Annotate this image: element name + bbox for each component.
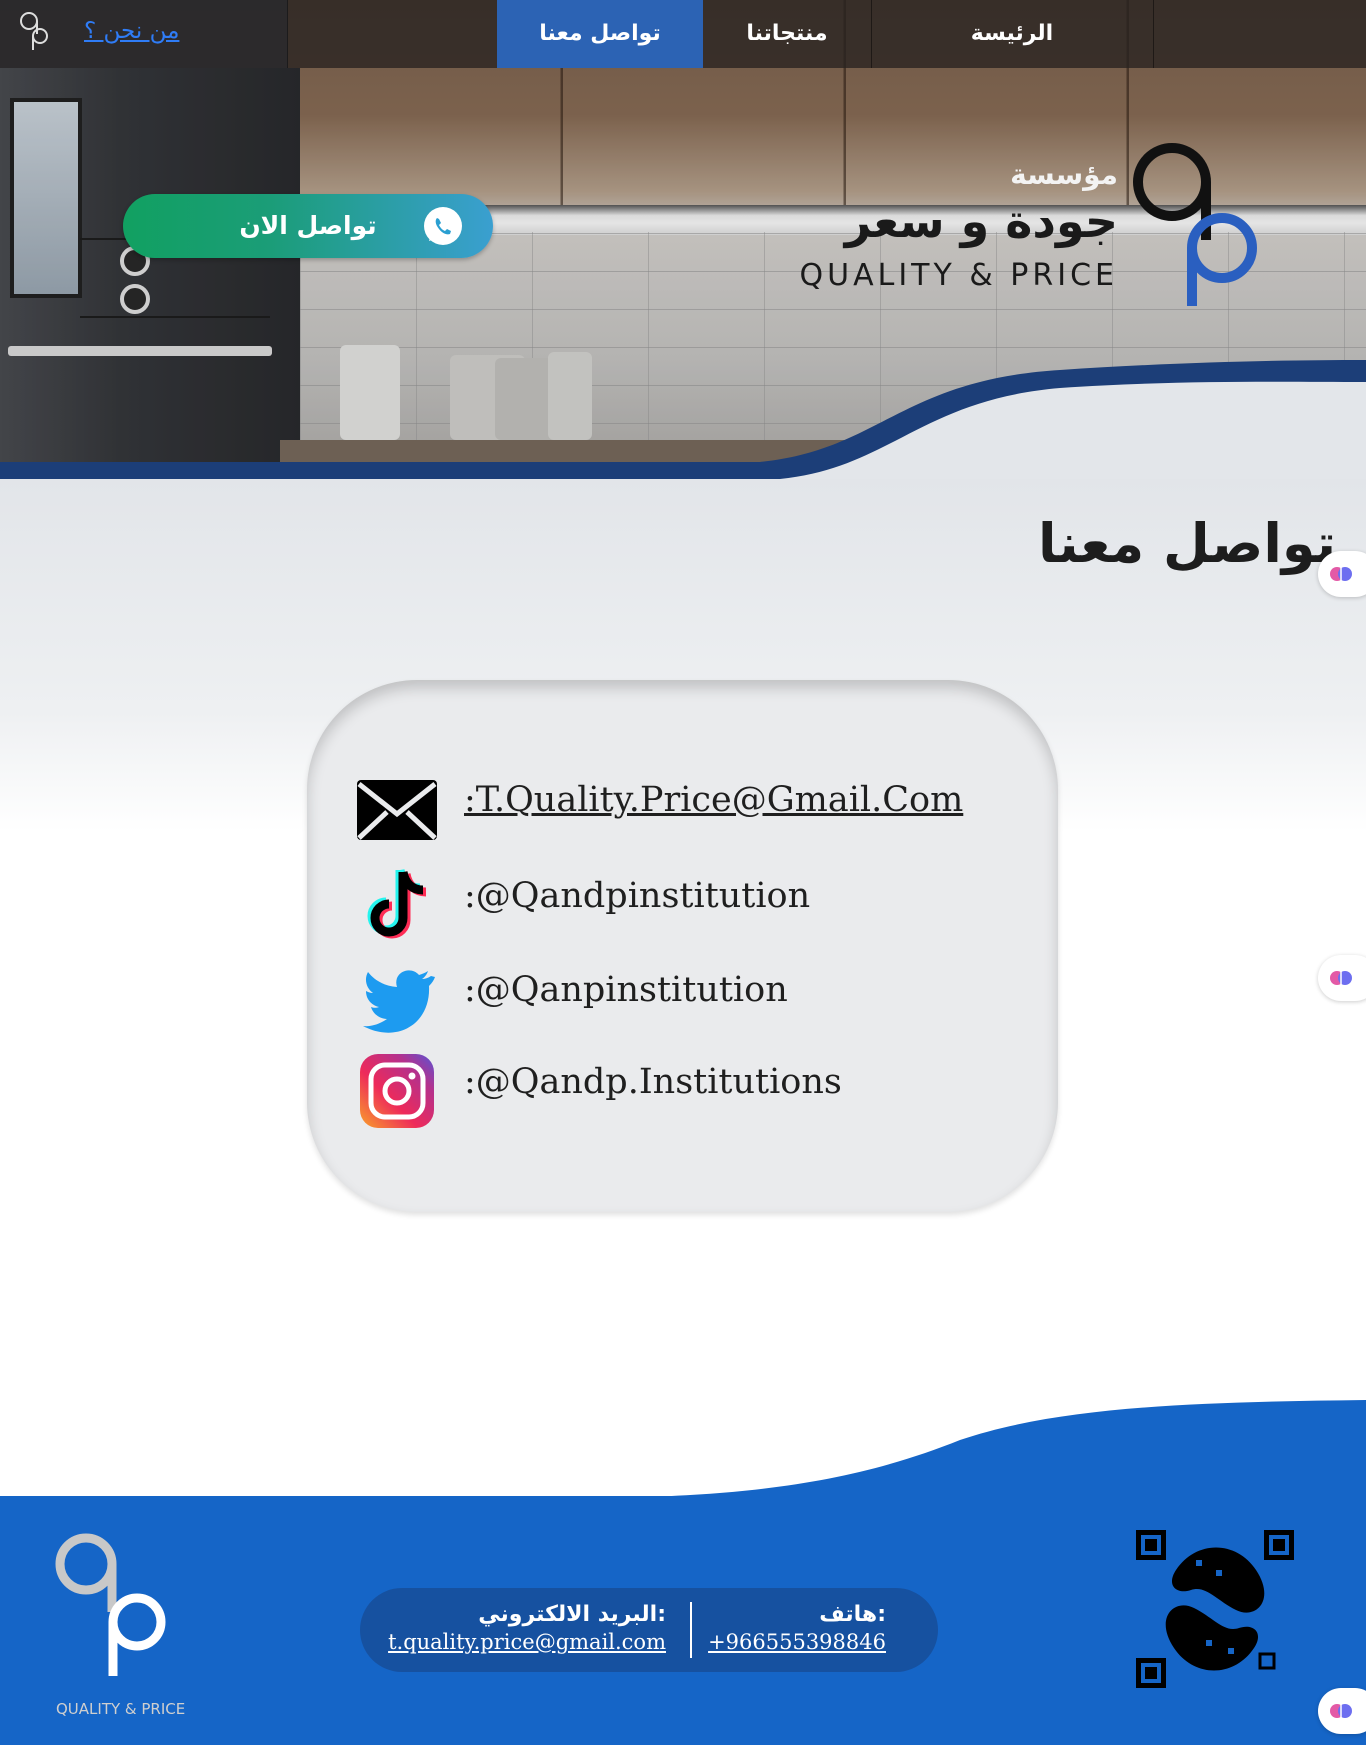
twitter-icon (363, 970, 435, 1033)
twitter-handle: :@Qanpinstitution (464, 970, 788, 1010)
contact-now-button[interactable]: تواصل الان (123, 194, 493, 258)
whatsapp-icon (424, 207, 462, 245)
brain-icon (1330, 567, 1352, 581)
contact-card: :T.Quality.Price@Gmail.Com :@Qandpinstit… (307, 680, 1058, 1212)
about-us-link[interactable]: من نحن ؟ (84, 18, 179, 44)
assistant-chip[interactable] (1318, 1688, 1366, 1734)
nav-left-panel: من نحن ؟ (0, 0, 288, 68)
footer-email-link[interactable]: t.quality.price@gmail.com (388, 1630, 666, 1654)
brain-icon (1330, 971, 1352, 985)
contact-row-email: :T.Quality.Price@Gmail.Com (307, 772, 1058, 852)
email-link[interactable]: :T.Quality.Price@Gmail.Com (464, 780, 963, 820)
footer-logo (55, 1533, 166, 1676)
tiktok-icon (367, 868, 427, 939)
brand-logo (1133, 143, 1257, 306)
envelope-icon (357, 780, 437, 840)
nav-logo[interactable] (18, 10, 50, 56)
footer-contact-pill: هاتف: +966555398846 البريد الالكتروني: t… (360, 1588, 938, 1672)
footer-wave-shape (0, 1400, 1366, 1500)
brand-prefix: مؤسسة (1010, 158, 1118, 191)
tiktok-handle: :@Qandpinstitution (464, 876, 811, 916)
qr-code (1136, 1530, 1294, 1688)
contact-row-instagram: :@Qandp.Institutions (307, 1054, 1058, 1134)
footer-tagline: QUALITY & PRICE (56, 1700, 186, 1718)
page-title: تواصل معنا (1037, 512, 1336, 575)
contact-row-twitter: :@Qanpinstitution (307, 962, 1058, 1042)
instagram-icon (360, 1054, 434, 1128)
instagram-handle: :@Qandp.Institutions (464, 1062, 842, 1102)
phone-link[interactable]: +966555398846 (708, 1630, 886, 1654)
footer-divider (690, 1602, 692, 1658)
hero-banner: مؤسسة جودة و سعر QUALITY & PRICE تواصل ا… (0, 0, 1366, 479)
nav-home[interactable]: الرئيسة (871, 0, 1153, 68)
assistant-chip[interactable] (1318, 551, 1366, 597)
contact-row-tiktok: :@Qandpinstitution (307, 868, 1058, 948)
email-label: البريد الالكتروني: (478, 1602, 666, 1627)
assistant-chip[interactable] (1318, 955, 1366, 1001)
brand-name-english: QUALITY & PRICE (799, 258, 1118, 293)
brain-icon (1330, 1704, 1352, 1718)
contact-now-label: تواصل الان (239, 211, 377, 240)
nav-products[interactable]: منتجاتنا (703, 0, 871, 68)
top-navigation: من نحن ؟ تواصل معنا منتجاتنا الرئيسة (0, 0, 1366, 68)
brand-name-arabic: جودة و سعر (844, 194, 1118, 248)
nav-contact-us[interactable]: تواصل معنا (497, 0, 703, 68)
phone-label: هاتف: (819, 1602, 886, 1627)
